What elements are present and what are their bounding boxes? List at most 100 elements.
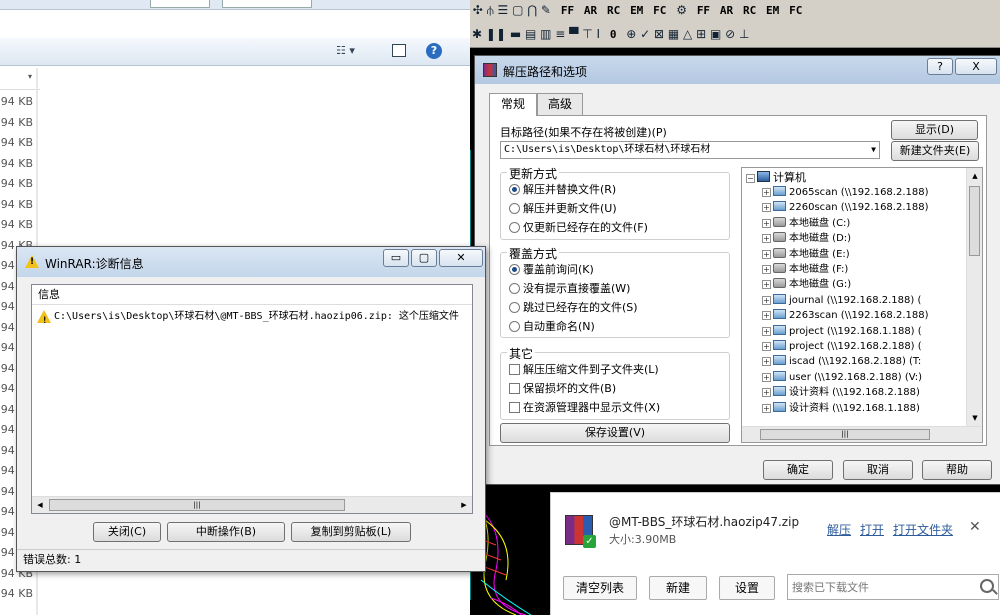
radio-icon[interactable] <box>509 302 520 313</box>
expand-icon[interactable]: + <box>762 234 771 244</box>
download-search-input[interactable] <box>792 578 967 596</box>
search-field[interactable] <box>222 0 312 8</box>
open-link[interactable]: 打开 <box>860 521 884 538</box>
expand-icon[interactable]: + <box>762 311 771 321</box>
tree-item[interactable]: +2065scan (\\192.168.2.188) <box>762 185 929 200</box>
expand-icon[interactable]: + <box>762 326 771 336</box>
tree-item[interactable]: + 本地磁盘 (E:) <box>762 247 850 262</box>
tree-vertical-scrollbar[interactable]: ▲ ▼ <box>966 168 982 426</box>
new-folder-button[interactable]: 新建文件夹(E) <box>891 141 979 161</box>
overwrite-option-rename[interactable]: 自动重命名(N) <box>509 318 595 335</box>
close-window-button[interactable]: ✕ <box>439 249 483 267</box>
expand-icon[interactable]: + <box>762 203 771 213</box>
tree-item[interactable]: + 本地磁盘 (G:) <box>762 277 851 292</box>
update-option-replace[interactable]: 解压并替换文件(R) <box>509 181 616 198</box>
tree-item[interactable]: + user (\\192.168.2.188) (V:) <box>762 370 922 385</box>
misc-option-show-in-explorer[interactable]: 在资源管理器中显示文件(X) <box>509 399 660 416</box>
tool-ff[interactable]: FF <box>558 1 577 21</box>
update-option-existing-only[interactable]: 仅更新已经存在的文件(F) <box>509 219 648 236</box>
list-item[interactable]: C:\Users\is\Desktop\环球石材\@MT-BBS_环球石材.ha… <box>32 308 472 326</box>
tree-item[interactable]: + 设计资料 (\\192.168.2.188) <box>762 385 920 400</box>
expand-icon[interactable]: + <box>762 249 771 259</box>
tab-advanced[interactable]: 高级 <box>537 93 583 115</box>
cancel-button[interactable]: 取消 <box>843 460 913 480</box>
maximize-button[interactable]: ▢ <box>411 249 437 267</box>
expand-icon[interactable]: + <box>762 357 771 367</box>
tree-item[interactable]: + 本地磁盘 (F:) <box>762 262 848 277</box>
tree-item[interactable]: + journal (\\192.168.2.188) ( <box>762 293 921 308</box>
scroll-thumb[interactable] <box>969 186 980 256</box>
settings-button[interactable]: 设置 <box>719 576 775 600</box>
tree-item[interactable]: + project (\\192.168.2.188) ( <box>762 339 922 354</box>
tree-item[interactable]: + 设计资料 (\\192.168.1.188) <box>762 401 920 416</box>
tool-em[interactable]: EM <box>627 1 646 21</box>
help-icon[interactable]: ? <box>426 43 442 59</box>
dest-path-combobox[interactable]: C:\Users\is\Desktop\环球石材\环球石材 ▼ <box>500 141 880 159</box>
radio-icon[interactable] <box>509 184 520 195</box>
shape-tool-icon[interactable]: ᙏ ✣ ⫛ ☰ ▢ ⋂ ✎ <box>456 0 554 20</box>
tool-fc-2[interactable]: FC <box>786 1 805 21</box>
preview-pane-icon[interactable] <box>392 44 406 57</box>
collapse-icon[interactable]: − <box>746 174 755 183</box>
tree-item[interactable]: + iscad (\\192.168.2.188) (T: <box>762 354 921 369</box>
tool-em-2[interactable]: EM <box>763 1 782 21</box>
tree-item[interactable]: + 本地磁盘 (C:) <box>762 216 850 231</box>
tree-root[interactable]: − 计算机 <box>746 170 806 185</box>
tool-ff-2[interactable]: FF <box>694 1 713 21</box>
radio-icon[interactable] <box>509 264 520 275</box>
address-field[interactable] <box>150 0 210 8</box>
expand-icon[interactable]: + <box>762 388 771 398</box>
expand-icon[interactable]: + <box>762 265 771 274</box>
minimize-button[interactable]: ▭ <box>383 249 409 267</box>
title-help-button[interactable]: ? <box>927 58 953 75</box>
tool-ar-2[interactable]: AR <box>717 1 736 21</box>
save-settings-button[interactable]: 保存设置(V) <box>500 423 730 443</box>
chevron-down-icon[interactable]: ▼ <box>871 142 876 158</box>
open-folder-link[interactable]: 打开文件夹 <box>893 521 953 538</box>
scroll-thumb[interactable]: ||| <box>760 429 930 440</box>
overwrite-option-ask[interactable]: 覆盖前询问(K) <box>509 261 594 278</box>
scroll-left-icon[interactable]: ◀ <box>32 497 48 513</box>
radio-icon[interactable] <box>509 321 520 332</box>
tree-item[interactable]: + project (\\192.168.1.188) ( <box>762 324 922 339</box>
close-button[interactable]: 关闭(C) <box>93 522 161 542</box>
update-option-update[interactable]: 解压并更新文件(U) <box>509 200 617 217</box>
folder-tree[interactable]: − 计算机 ▲ ▼ ||| +2065scan (\\192.168.2.188)… <box>741 167 983 443</box>
expand-icon[interactable]: + <box>762 280 771 290</box>
scroll-right-icon[interactable]: ▶ <box>456 497 472 513</box>
misc-option-keep-broken[interactable]: 保留损坏的文件(B) <box>509 380 616 397</box>
extract-link[interactable]: 解压 <box>827 521 851 538</box>
expand-icon[interactable]: + <box>762 188 771 197</box>
title-close-button[interactable]: X <box>955 58 997 75</box>
radio-icon[interactable] <box>509 283 520 294</box>
scroll-thumb[interactable]: ||| <box>49 499 345 511</box>
overwrite-option-silent[interactable]: 没有提示直接覆盖(W) <box>509 280 630 297</box>
tree-item[interactable]: +2260scan (\\192.168.2.188) <box>762 200 929 215</box>
misc-option-subfolder[interactable]: 解压压缩文件到子文件夹(L) <box>509 361 659 378</box>
tree-horizontal-scrollbar[interactable]: ||| <box>742 426 982 442</box>
radio-icon[interactable] <box>509 203 520 214</box>
tool-rc-2[interactable]: RC <box>740 1 759 21</box>
expand-icon[interactable]: + <box>762 218 771 228</box>
expand-icon[interactable]: + <box>762 403 771 413</box>
checkbox-icon[interactable] <box>509 383 520 394</box>
close-icon[interactable]: ✕ <box>969 519 981 535</box>
tab-general[interactable]: 常规 <box>489 93 537 116</box>
new-download-button[interactable]: 新建 <box>649 576 707 600</box>
tool-misc-icon[interactable]: ⚙ <box>673 0 690 20</box>
list-header[interactable]: 信息 <box>32 285 472 305</box>
tool-ar[interactable]: AR <box>581 1 600 21</box>
help-button[interactable]: 帮助 <box>922 460 992 480</box>
view-options-icon[interactable]: ☷ ▾ <box>336 44 355 57</box>
radio-icon[interactable] <box>509 222 520 233</box>
checkbox-icon[interactable] <box>509 402 520 413</box>
expand-icon[interactable]: + <box>762 342 771 351</box>
copy-to-clipboard-button[interactable]: 复制到剪贴板(L) <box>291 522 411 542</box>
tool-zero[interactable]: 0 <box>607 25 620 45</box>
tree-item[interactable]: +2263scan (\\192.168.2.188) <box>762 308 929 323</box>
show-button[interactable]: 显示(D) <box>891 120 978 140</box>
scroll-up-icon[interactable]: ▲ <box>967 168 982 184</box>
tree-item[interactable]: + 本地磁盘 (D:) <box>762 231 851 246</box>
overwrite-option-skip[interactable]: 跳过已经存在的文件(S) <box>509 299 638 316</box>
ok-button[interactable]: 确定 <box>763 460 833 480</box>
